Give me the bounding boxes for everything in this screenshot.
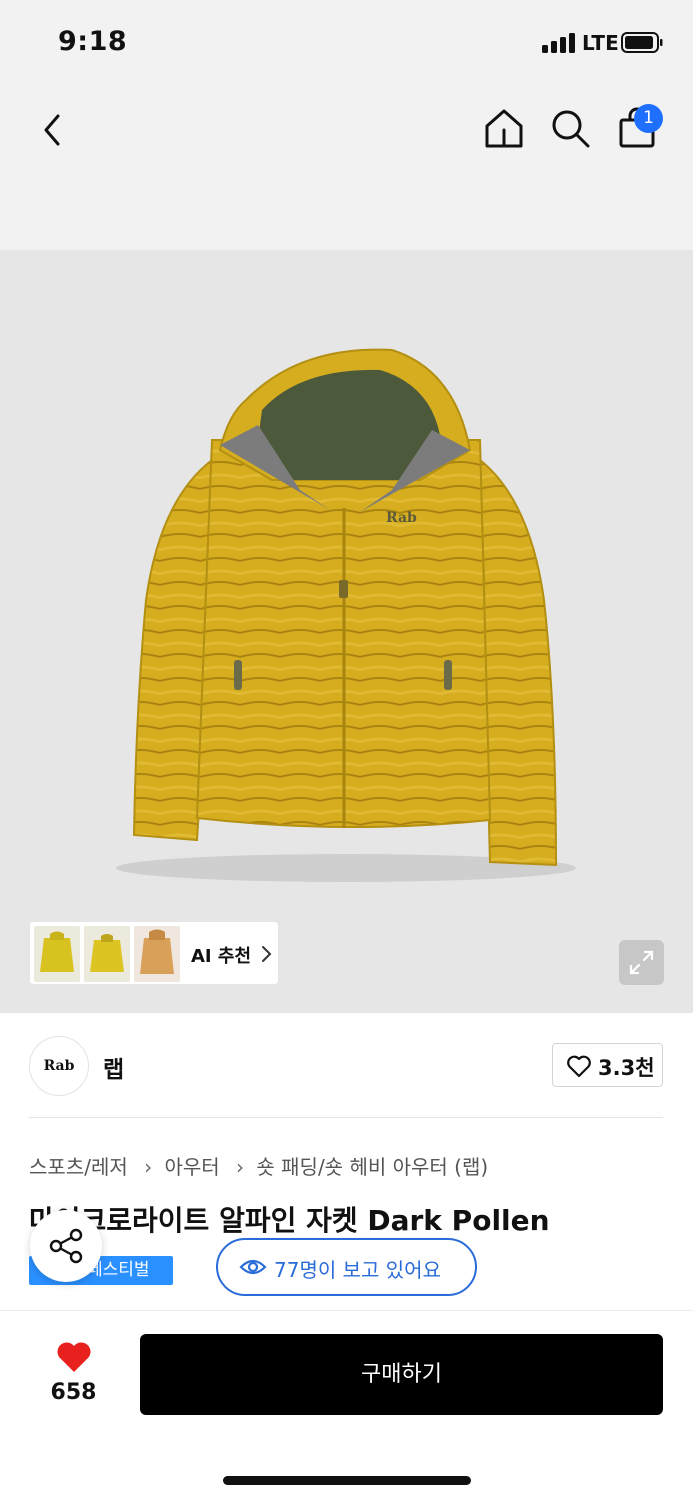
ai-recommend-bar[interactable]: AI 추천 <box>29 921 279 985</box>
recommend-thumb[interactable] <box>134 926 180 982</box>
home-indicator <box>223 1476 471 1485</box>
recommend-thumb[interactable] <box>84 926 130 982</box>
buy-button[interactable]: 구매하기 <box>140 1334 663 1415</box>
breadcrumb: 스포츠/레저 › 아우터 › 숏 패딩/숏 헤비 아우터 (랩) <box>29 1151 488 1180</box>
breadcrumb-item[interactable]: 숏 패딩/숏 헤비 아우터 (랩) <box>256 1155 488 1179</box>
search-icon[interactable] <box>548 106 592 150</box>
signal-icon <box>542 33 576 53</box>
product-title: 마이크로라이트 알파인 자켓 Dark Pollen <box>29 1204 550 1237</box>
network-label: LTE <box>582 31 619 55</box>
battery-icon <box>621 32 663 53</box>
expand-icon <box>629 950 654 975</box>
jacket-illustration: Rab <box>116 348 576 882</box>
heart-filled-icon[interactable] <box>55 1340 93 1374</box>
product-image[interactable]: Rab <box>0 250 693 1013</box>
share-button[interactable] <box>30 1210 102 1282</box>
divider <box>29 1117 663 1118</box>
breadcrumb-item[interactable]: 아우터 <box>164 1155 219 1179</box>
viewers-text: 77명이 보고 있어요 <box>274 1258 441 1282</box>
heart-outline-icon <box>567 1055 591 1078</box>
chevron-right-icon: › <box>236 1155 245 1179</box>
share-icon <box>49 1228 83 1264</box>
chevron-right-icon: › <box>144 1155 153 1179</box>
expand-button[interactable] <box>619 940 664 985</box>
recommend-thumb[interactable] <box>34 926 80 982</box>
product-logo: Rab <box>386 510 417 526</box>
back-icon[interactable] <box>38 110 68 150</box>
breadcrumb-item[interactable]: 스포츠/레저 <box>29 1155 128 1179</box>
cart-count-badge: 1 <box>634 104 663 133</box>
brand-like-button[interactable]: 3.3천 <box>552 1043 663 1087</box>
heart-count: 658 <box>50 1380 97 1405</box>
eye-icon <box>239 1259 267 1275</box>
home-icon[interactable] <box>482 106 526 150</box>
viewers-badge: 77명이 보고 있어요 <box>216 1238 477 1296</box>
brand-name[interactable]: 랩 <box>103 1050 124 1084</box>
status-time: 9:18 <box>58 26 128 57</box>
status-bar: 9:18 LTE <box>0 0 693 80</box>
like-count: 3.3천 <box>598 1056 655 1080</box>
brand-logo[interactable]: Rab <box>29 1036 89 1096</box>
chevron-right-icon <box>262 946 272 962</box>
ai-recommend-label: AI 추천 <box>191 946 252 967</box>
